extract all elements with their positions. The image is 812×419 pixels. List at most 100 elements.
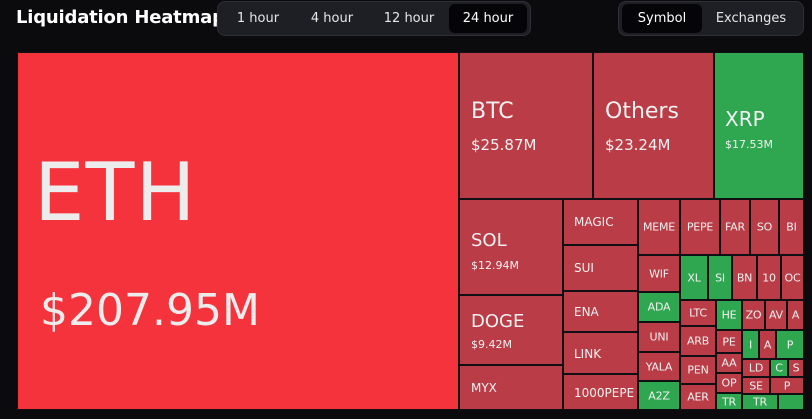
tile-wif[interactable]: WIF xyxy=(638,255,680,292)
tile-eth-symbol: ETH xyxy=(34,146,197,239)
tile-ltc-symbol: LTC xyxy=(689,306,707,320)
tile-ld-symbol: LD xyxy=(748,361,764,375)
tile-so[interactable]: SO xyxy=(750,199,779,255)
tile-yala-symbol: YALA xyxy=(645,360,673,373)
tile-xrp-symbol: XRP xyxy=(725,107,765,131)
liquidation-treemap: ETH $207.95M BTC $25.87M Others $23.24M … xyxy=(0,52,812,419)
page-title: Liquidation Heatmap xyxy=(16,7,225,28)
timeframe-24-hour[interactable]: 24 hour xyxy=(449,4,527,33)
tile-oc-symbol: OC xyxy=(784,271,801,284)
tile-arb[interactable]: ARB xyxy=(680,326,716,356)
tile-se-symbol: SE xyxy=(749,379,763,392)
tile-zo[interactable]: ZO xyxy=(742,300,765,330)
tile-ada[interactable]: ADA xyxy=(638,292,680,322)
tile-oc[interactable]: OC xyxy=(781,255,804,300)
tile-eth-value: $207.95M xyxy=(40,285,260,336)
tile-pepe[interactable]: PEPE xyxy=(680,199,720,255)
tile-sol-symbol: SOL xyxy=(471,230,507,251)
tile-1000pepe[interactable]: 1000PEPE xyxy=(563,374,638,410)
tile-bn[interactable]: BN xyxy=(732,255,757,300)
tile-meme-symbol: MEME xyxy=(642,220,676,234)
tile-he-symbol: HE xyxy=(721,308,737,322)
tile-av[interactable]: AV xyxy=(765,300,787,330)
tile-ada-symbol: ADA xyxy=(647,300,671,314)
tile-c[interactable]: C xyxy=(770,359,788,377)
tile-misc[interactable] xyxy=(778,394,804,410)
tile-a-1[interactable]: A xyxy=(787,300,804,330)
tile-pe-symbol: PE xyxy=(722,335,736,348)
tile-10[interactable]: 10 xyxy=(757,255,781,300)
group-by-symbol[interactable]: Symbol xyxy=(622,4,702,33)
tile-a2z-symbol: A2Z xyxy=(648,389,670,402)
tile-op[interactable]: OP xyxy=(716,373,742,393)
tile-doge[interactable]: DOGE $9.42M xyxy=(459,295,563,365)
tile-ena-symbol: ENA xyxy=(574,305,599,319)
group-by-exchanges[interactable]: Exchanges xyxy=(702,4,800,33)
tile-others-value: $23.24M xyxy=(605,136,671,154)
tile-ena[interactable]: ENA xyxy=(563,291,638,332)
tile-ld[interactable]: LD xyxy=(742,359,770,377)
tile-so-symbol: SO xyxy=(756,220,773,234)
tile-sol[interactable]: SOL $12.94M xyxy=(459,199,563,295)
tile-bi-symbol: BI xyxy=(786,220,797,234)
tile-others[interactable]: Others $23.24M xyxy=(593,52,714,199)
tile-xrp[interactable]: XRP $17.53M xyxy=(714,52,804,199)
tile-btc-symbol: BTC xyxy=(471,99,514,124)
tile-magic[interactable]: MAGIC xyxy=(563,199,638,245)
tile-yala[interactable]: YALA xyxy=(638,352,680,381)
tile-pen[interactable]: PEN xyxy=(680,356,716,384)
timeframe-4-hour[interactable]: 4 hour xyxy=(295,4,369,33)
tile-c-symbol: C xyxy=(775,361,783,375)
tile-uni-symbol: UNI xyxy=(649,330,669,344)
timeframe-12-hour[interactable]: 12 hour xyxy=(369,4,449,33)
tile-others-symbol: Others xyxy=(605,99,679,124)
tile-p-1-symbol: P xyxy=(786,338,794,351)
tile-arb-symbol: ARB xyxy=(686,334,710,348)
tile-pe[interactable]: PE xyxy=(716,330,742,353)
tile-si-symbol: SI xyxy=(715,271,725,284)
tile-ltc[interactable]: LTC xyxy=(680,300,716,326)
tile-a2z[interactable]: A2Z xyxy=(638,381,680,410)
tile-doge-value: $9.42M xyxy=(471,338,512,351)
tile-link-symbol: LINK xyxy=(574,347,602,361)
tile-tr-2-symbol: TR xyxy=(753,395,767,409)
tile-op-symbol: OP xyxy=(721,376,737,390)
tile-xl[interactable]: XL xyxy=(680,255,708,300)
tile-he[interactable]: HE xyxy=(716,300,742,330)
tile-aer[interactable]: AER xyxy=(680,384,716,410)
tile-i[interactable]: I xyxy=(742,330,759,359)
tile-av-symbol: AV xyxy=(769,308,783,322)
tile-wif-symbol: WIF xyxy=(649,267,669,280)
tile-sui[interactable]: SUI xyxy=(563,245,638,291)
tile-a-1-symbol: A xyxy=(791,308,800,322)
tile-pen-symbol: PEN xyxy=(687,363,709,377)
tile-aa[interactable]: AA xyxy=(716,353,742,373)
tile-aer-symbol: AER xyxy=(687,390,709,404)
tile-tr-1[interactable]: TR xyxy=(716,393,742,410)
tile-btc-value: $25.87M xyxy=(471,136,537,154)
tile-sui-symbol: SUI xyxy=(574,261,594,275)
tile-myx[interactable]: MYX xyxy=(459,365,563,410)
tile-s[interactable]: S xyxy=(788,359,804,377)
tile-bi[interactable]: BI xyxy=(779,199,804,255)
tile-link[interactable]: LINK xyxy=(563,332,638,374)
tile-p-1[interactable]: P xyxy=(776,330,804,359)
tile-bn-symbol: BN xyxy=(736,271,753,284)
tile-tr-2[interactable]: TR xyxy=(742,394,778,410)
tile-far[interactable]: FAR xyxy=(720,199,750,255)
header: Liquidation Heatmap 1 hour 4 hour 12 hou… xyxy=(0,0,812,44)
tile-btc[interactable]: BTC $25.87M xyxy=(459,52,593,199)
tile-se[interactable]: SE xyxy=(742,377,770,394)
timeframe-1-hour[interactable]: 1 hour xyxy=(221,4,295,33)
tile-pepe-symbol: PEPE xyxy=(686,220,714,234)
tile-si[interactable]: SI xyxy=(708,255,732,300)
tile-p-2[interactable]: P xyxy=(770,377,804,394)
tile-1000pepe-symbol: 1000PEPE xyxy=(574,386,635,400)
tile-far-symbol: FAR xyxy=(725,220,745,234)
tile-meme[interactable]: MEME xyxy=(638,199,680,255)
tile-i-symbol: I xyxy=(748,338,753,351)
tile-uni[interactable]: UNI xyxy=(638,322,680,352)
tile-a-2[interactable]: A xyxy=(759,330,776,359)
tile-zo-symbol: ZO xyxy=(745,308,762,322)
tile-eth[interactable]: ETH $207.95M xyxy=(17,52,459,410)
